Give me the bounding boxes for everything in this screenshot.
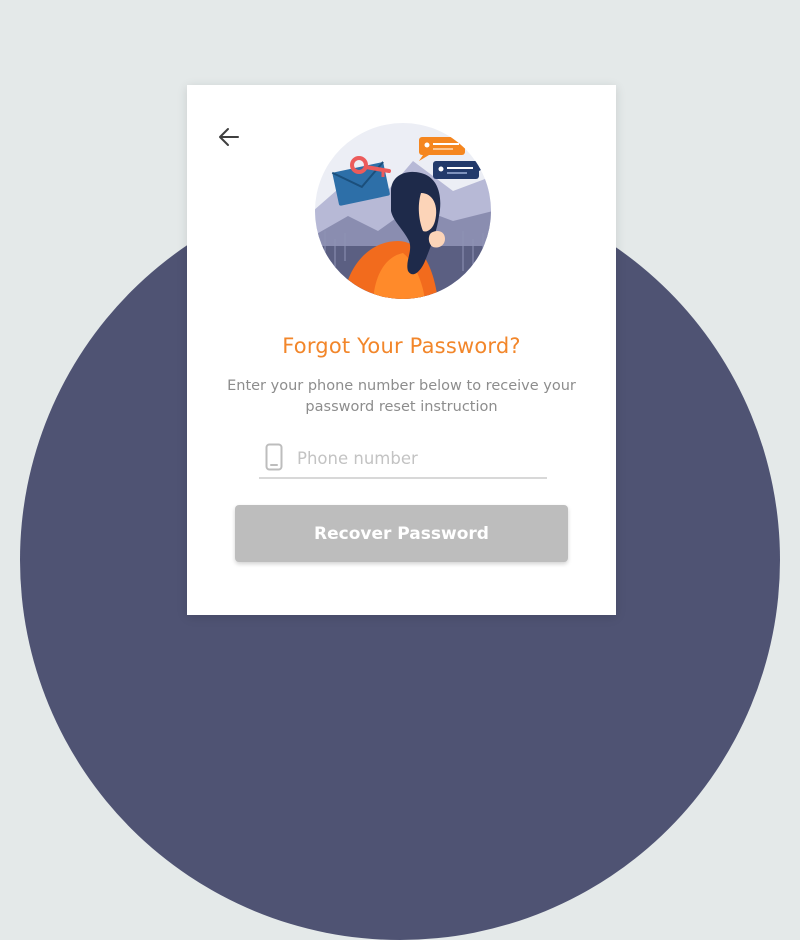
phone-field [259,440,547,479]
forgot-password-illustration [313,121,493,301]
smartphone-icon [265,443,283,471]
phone-number-input[interactable] [297,444,537,472]
instruction-text: Enter your phone number below to receive… [227,378,576,415]
recover-password-button[interactable]: Recover Password [235,505,568,562]
arrow-left-icon [219,128,239,146]
forgot-password-card: Forgot Your Password? Enter your phone n… [187,85,616,615]
page-title: Forgot Your Password? [282,334,521,358]
back-button[interactable] [215,123,245,153]
